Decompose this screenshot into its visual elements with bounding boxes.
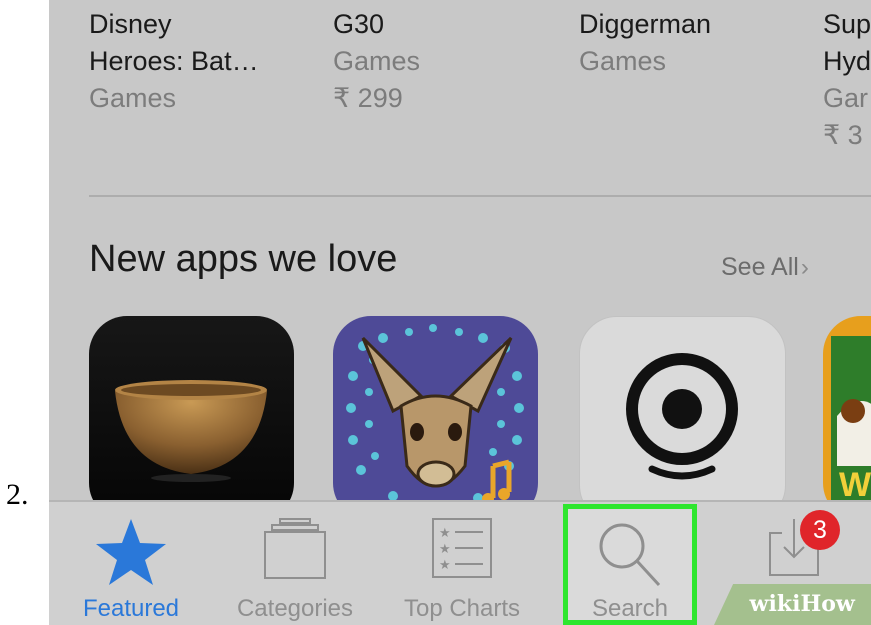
- wikihow-watermark: wikiHow: [714, 584, 871, 625]
- tab-label: Search: [591, 595, 669, 622]
- app-name: Diggerman: [579, 9, 712, 39]
- ranked-list-icon: ★ ★ ★: [432, 518, 492, 578]
- app-name: Sup Hyd: [823, 9, 871, 76]
- app-store-screen: Disney Heroes: Bat… Games G30 Games ₹ 29…: [49, 0, 871, 625]
- stacked-cards-icon: [264, 518, 326, 579]
- tab-label: Categories: [236, 595, 354, 622]
- tab-top-charts[interactable]: ★ ★ ★ Top Charts: [387, 502, 537, 625]
- see-all-link[interactable]: See All›: [721, 253, 809, 282]
- tab-label: Top Charts: [403, 595, 521, 622]
- app-category: Games: [333, 46, 421, 76]
- app-name: G30: [333, 9, 385, 39]
- app-item-g30[interactable]: G30 Games ₹ 299: [333, 6, 563, 117]
- app-item-disney-heroes[interactable]: Disney Heroes: Bat… Games: [89, 6, 319, 117]
- app-tile-kangaroo[interactable]: [333, 316, 538, 521]
- tab-search[interactable]: Search: [563, 504, 697, 625]
- kangaroo-icon: [346, 324, 524, 505]
- see-all-label: See All: [721, 253, 799, 281]
- singing-bowl-icon: [115, 380, 267, 482]
- top-app-row: Disney Heroes: Bat… Games G30 Games ₹ 29…: [49, 0, 871, 190]
- app-category: Games: [89, 83, 177, 113]
- cartoon-character-icon: W: [831, 336, 871, 521]
- app-item-diggerman[interactable]: Diggerman Games: [579, 6, 809, 80]
- app-category: Games: [579, 46, 667, 76]
- section-divider: [89, 195, 871, 197]
- tab-categories[interactable]: Categories: [219, 502, 371, 625]
- app-tile-target[interactable]: [579, 316, 786, 523]
- svg-text:★: ★: [439, 542, 451, 557]
- app-price: ₹ 3: [823, 120, 863, 150]
- svg-text:★: ★: [439, 526, 451, 541]
- app-price: ₹ 299: [333, 83, 403, 113]
- app-name: Disney Heroes: Bat…: [89, 9, 259, 76]
- svg-text:★: ★: [439, 558, 451, 573]
- updates-badge: 3: [800, 510, 840, 550]
- target-face-icon: [626, 353, 738, 480]
- step-number: 2.: [6, 478, 29, 511]
- tab-featured[interactable]: Featured: [61, 502, 201, 625]
- tab-label: Featured: [82, 595, 180, 622]
- app-category: Gar: [823, 83, 869, 113]
- chevron-right-icon: ›: [800, 254, 809, 281]
- section-title: New apps we love: [89, 238, 398, 280]
- search-icon: [599, 523, 661, 587]
- app-tile-cartoon[interactable]: W: [823, 316, 871, 521]
- star-icon: [96, 519, 166, 585]
- app-tile-singing-bowl[interactable]: [89, 316, 294, 521]
- svg-text:W: W: [839, 466, 871, 504]
- app-item-partial[interactable]: Sup Hyd Gar ₹ 3: [823, 6, 871, 154]
